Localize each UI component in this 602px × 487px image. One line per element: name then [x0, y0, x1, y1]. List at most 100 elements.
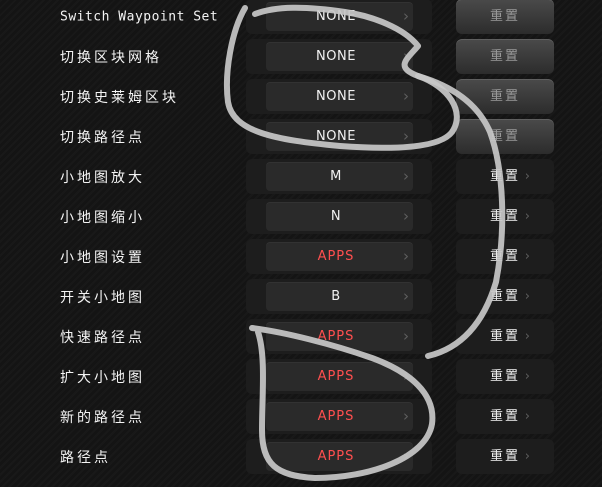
chevron-right-icon: ›	[403, 247, 409, 265]
key-field: APPS ›	[266, 362, 413, 391]
key-button[interactable]: NONE ›	[246, 0, 432, 34]
reset-button[interactable]: 重置 ›	[456, 279, 554, 314]
chevron-right-icon: ›	[403, 167, 409, 185]
reset-label: 重置	[489, 49, 520, 64]
key-field: NONE ›	[266, 2, 413, 31]
chevron-right-icon: ›	[403, 447, 409, 465]
chevron-right-icon: ›	[403, 407, 409, 425]
reset-button[interactable]: 重置	[456, 0, 554, 34]
key-field: APPS ›	[266, 442, 413, 471]
reset-button[interactable]: 重置	[456, 79, 554, 114]
keybind-label: 开关小地图	[60, 290, 145, 306]
chevron-right-icon: ›	[524, 449, 530, 464]
key-button[interactable]: APPS ›	[246, 439, 432, 474]
key-button[interactable]: NONE ›	[246, 79, 432, 114]
chevron-right-icon: ›	[403, 207, 409, 225]
reset-button[interactable]: 重置 ›	[456, 159, 554, 194]
reset-label: 重置	[489, 89, 520, 104]
key-value: NONE	[316, 9, 356, 24]
keybind-label: 路径点	[60, 450, 111, 466]
keybind-label: 新的路径点	[60, 410, 145, 426]
reset-button[interactable]: 重置	[456, 119, 554, 154]
chevron-right-icon: ›	[403, 47, 409, 65]
key-field: APPS ›	[266, 322, 413, 351]
reset-label: 重置	[489, 209, 520, 224]
keybind-label: 切换区块网格	[60, 50, 162, 66]
chevron-right-icon: ›	[403, 127, 409, 145]
key-value: APPS	[317, 409, 355, 424]
reset-label: 重置	[489, 129, 520, 144]
keybind-row-toggle-minimap: 开关小地图 B › 重置 ›	[0, 277, 602, 317]
key-button[interactable]: B ›	[246, 279, 432, 314]
key-button[interactable]: M ›	[246, 159, 432, 194]
chevron-right-icon: ›	[524, 169, 530, 184]
keybind-label: 小地图缩小	[60, 210, 145, 226]
chevron-right-icon: ›	[524, 209, 530, 224]
keybind-label: 小地图设置	[60, 250, 145, 266]
keybind-row-enlarge-minimap: 扩大小地图 APPS › 重置 ›	[0, 357, 602, 397]
reset-button[interactable]: 重置 ›	[456, 359, 554, 394]
keybind-row-new-waypoint: 新的路径点 APPS › 重置 ›	[0, 397, 602, 437]
keybind-row-quick-waypoint: 快速路径点 APPS › 重置 ›	[0, 317, 602, 357]
keybind-row-toggle-chunk-grid: 切换区块网格 NONE › 重置	[0, 37, 602, 77]
reset-label: 重置	[489, 369, 520, 384]
key-value: NONE	[316, 129, 356, 144]
reset-label: 重置	[489, 249, 520, 264]
key-value: APPS	[317, 329, 355, 344]
chevron-right-icon: ›	[403, 287, 409, 305]
key-button[interactable]: APPS ›	[246, 239, 432, 274]
key-value: B	[331, 289, 341, 304]
key-value: M	[330, 169, 342, 184]
key-button[interactable]: APPS ›	[246, 319, 432, 354]
chevron-right-icon: ›	[524, 369, 530, 384]
key-field: NONE ›	[266, 122, 413, 151]
chevron-right-icon: ›	[403, 367, 409, 385]
key-value: NONE	[316, 49, 356, 64]
chevron-right-icon: ›	[524, 289, 530, 304]
key-field: NONE ›	[266, 82, 413, 111]
keybind-row-waypoints: 路径点 APPS › 重置 ›	[0, 437, 602, 477]
reset-label: 重置	[489, 289, 520, 304]
key-field: N ›	[266, 202, 413, 231]
key-field: NONE ›	[266, 42, 413, 71]
chevron-right-icon: ›	[524, 409, 530, 424]
key-field: M ›	[266, 162, 413, 191]
reset-button[interactable]: 重置 ›	[456, 319, 554, 354]
chevron-right-icon: ›	[524, 249, 530, 264]
keybind-row-toggle-slime-chunks: 切换史莱姆区块 NONE › 重置	[0, 77, 602, 117]
reset-label: 重置	[489, 9, 520, 24]
key-field: APPS ›	[266, 402, 413, 431]
key-button[interactable]: NONE ›	[246, 119, 432, 154]
reset-button[interactable]: 重置 ›	[456, 399, 554, 434]
key-value: APPS	[317, 369, 355, 384]
keybind-row-minimap-zoom-out: 小地图缩小 N › 重置 ›	[0, 197, 602, 237]
key-button[interactable]: APPS ›	[246, 359, 432, 394]
key-value: APPS	[317, 249, 355, 264]
key-value: APPS	[317, 449, 355, 464]
reset-button[interactable]: 重置 ›	[456, 199, 554, 234]
reset-label: 重置	[489, 169, 520, 184]
chevron-right-icon: ›	[403, 7, 409, 25]
key-button[interactable]: N ›	[246, 199, 432, 234]
keybind-label: 扩大小地图	[60, 370, 145, 386]
keybind-label: 小地图放大	[60, 170, 145, 186]
chevron-right-icon: ›	[403, 87, 409, 105]
keybind-label: 快速路径点	[60, 330, 145, 346]
reset-button[interactable]: 重置 ›	[456, 439, 554, 474]
reset-button[interactable]: 重置 ›	[456, 239, 554, 274]
keybind-row-toggle-waypoints: 切换路径点 NONE › 重置	[0, 117, 602, 157]
key-field: APPS ›	[266, 242, 413, 271]
key-button[interactable]: NONE ›	[246, 39, 432, 74]
reset-button[interactable]: 重置	[456, 39, 554, 74]
keybind-label: Switch Waypoint Set	[60, 9, 219, 25]
keybind-row-switch-waypoint-set: Switch Waypoint Set NONE › 重置	[0, 0, 602, 37]
reset-label: 重置	[489, 329, 520, 344]
chevron-right-icon: ›	[524, 329, 530, 344]
keybind-row-minimap-zoom-in: 小地图放大 M › 重置 ›	[0, 157, 602, 197]
key-value: N	[330, 209, 342, 224]
key-field: B ›	[266, 282, 413, 311]
reset-label: 重置	[489, 449, 520, 464]
keybind-row-minimap-settings: 小地图设置 APPS › 重置 ›	[0, 237, 602, 277]
key-button[interactable]: APPS ›	[246, 399, 432, 434]
chevron-right-icon: ›	[403, 327, 409, 345]
